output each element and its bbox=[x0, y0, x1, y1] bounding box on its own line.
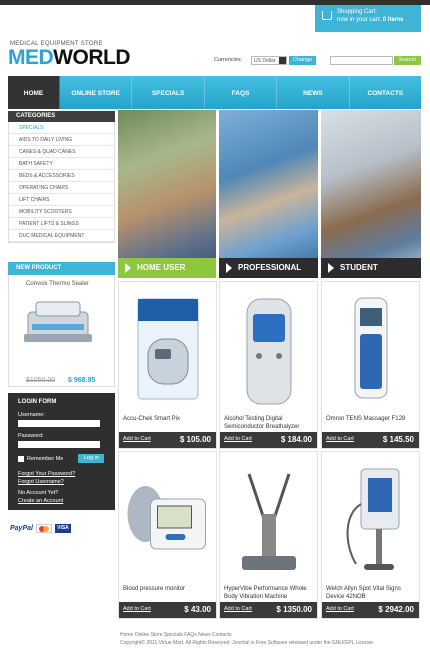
login-button[interactable]: Log in bbox=[78, 454, 105, 463]
nav-news[interactable]: NEWS bbox=[277, 76, 350, 109]
product-price: $ 2942.00 bbox=[378, 605, 414, 614]
categories-title: CATEGORIES bbox=[8, 111, 115, 122]
product-name[interactable]: Blood pressure monitor bbox=[123, 585, 215, 593]
no-account-text: No Account Yet? bbox=[18, 490, 59, 496]
category-item[interactable]: MOBILITY SCOOTERS bbox=[9, 206, 114, 218]
banner-home-user[interactable]: HOME USER bbox=[118, 110, 216, 278]
category-item[interactable]: OPERATING CHAIRS bbox=[9, 182, 114, 194]
payment-methods: PayPal VISA bbox=[10, 524, 71, 533]
chevron-right-icon bbox=[125, 263, 131, 273]
add-to-cart-link[interactable]: Add to Cart bbox=[224, 436, 252, 442]
currency-select[interactable]: US Dollar bbox=[251, 56, 287, 65]
category-item[interactable]: DUC MEDICAL EQUIPMENT bbox=[9, 230, 114, 242]
cart-title: Shopping Cart: bbox=[337, 9, 378, 15]
category-item[interactable]: BEDS & ACCESSORIES bbox=[9, 170, 114, 182]
create-account-link[interactable]: Create an Account bbox=[18, 498, 105, 504]
logo[interactable]: MEDWORLD bbox=[8, 47, 130, 69]
product-image bbox=[127, 486, 206, 550]
product-price: $ 1350.00 bbox=[276, 605, 312, 614]
product-name[interactable]: Accu-Chek Smart Pix bbox=[123, 415, 215, 423]
product-card[interactable]: Welch Allyn Spot Vital Signs Device 42NO… bbox=[321, 451, 420, 619]
nav-online-store[interactable]: ONLINE STORE bbox=[60, 76, 133, 109]
product-card[interactable]: HyperVibe Performance Whole Body Vibrati… bbox=[219, 451, 318, 619]
new-product-price: $ 968.95 bbox=[68, 377, 96, 384]
product-image bbox=[246, 298, 291, 405]
chevron-right-icon bbox=[226, 263, 232, 273]
paypal-logo: PayPal bbox=[10, 525, 33, 532]
add-to-cart-link[interactable]: Add to Cart bbox=[224, 606, 252, 612]
forgot-password-link[interactable]: Forgot Your Password? bbox=[18, 471, 105, 477]
product-name[interactable]: Alcohol Testing Digital Semiconductor Br… bbox=[224, 415, 316, 431]
product-price: $ 145.50 bbox=[382, 435, 414, 444]
product-price: $ 105.00 bbox=[179, 435, 211, 444]
footer-copyright: Copyright© 2011 Virtue Mart. All Rights … bbox=[120, 640, 375, 646]
change-currency-button[interactable]: Change bbox=[289, 56, 316, 65]
password-label: Password: bbox=[18, 433, 44, 439]
chevron-right-icon bbox=[328, 263, 334, 273]
add-to-cart-link[interactable]: Add to Cart bbox=[326, 436, 354, 442]
shopping-cart-box[interactable]: Shopping Cart: now in your cart: 0 items bbox=[315, 5, 421, 32]
category-item[interactable]: LIFT CHAIRS bbox=[9, 194, 114, 206]
category-item[interactable]: PATIENT LIFTS & SLINGS bbox=[9, 218, 114, 230]
nav-home[interactable]: HOME bbox=[8, 76, 60, 109]
thermo-sealer-image[interactable] bbox=[22, 294, 94, 349]
add-to-cart-link[interactable]: Add to Cart bbox=[326, 606, 354, 612]
cart-status: now in your cart: 0 items bbox=[337, 17, 404, 23]
login-title: LOGIN FORM bbox=[18, 399, 57, 405]
password-field[interactable] bbox=[18, 441, 100, 448]
product-card[interactable]: Blood pressure monitor Add to Cart $ 43.0… bbox=[118, 451, 217, 619]
product-image bbox=[137, 298, 198, 400]
username-label: Username: bbox=[18, 412, 45, 418]
remember-label: Remember Me bbox=[27, 455, 64, 462]
forgot-username-link[interactable]: Forgot Username? bbox=[18, 479, 105, 485]
footer: Home Online Store Specials FAQs News Con… bbox=[120, 631, 420, 647]
category-item[interactable]: BATH SAFETY bbox=[9, 158, 114, 170]
main-nav: HOME ONLINE STORE SPECIALS FAQS NEWS CON… bbox=[8, 76, 421, 109]
product-price: $ 43.00 bbox=[184, 605, 211, 614]
new-product-title: NEW PRODUCT bbox=[8, 262, 115, 275]
product-image bbox=[241, 473, 296, 570]
login-form: LOGIN FORM Username: Password: Remember … bbox=[8, 393, 115, 510]
banner-student[interactable]: STUDENT bbox=[321, 110, 421, 278]
product-image bbox=[354, 297, 387, 399]
currency-label: Currencies: bbox=[214, 57, 243, 63]
chevron-down-icon bbox=[279, 57, 286, 64]
product-price: $ 184.00 bbox=[280, 435, 312, 444]
category-item[interactable]: SPECIALS bbox=[9, 122, 114, 134]
product-image bbox=[346, 468, 399, 570]
username-field[interactable] bbox=[18, 420, 100, 427]
categories-panel: CATEGORIES SPECIALS AIDS TO DAILY LIVING… bbox=[8, 111, 115, 243]
footer-links[interactable]: Home Online Store Specials FAQs News Con… bbox=[120, 631, 420, 639]
product-card[interactable]: Alcohol Testing Digital Semiconductor Br… bbox=[219, 281, 318, 449]
search-input[interactable] bbox=[330, 56, 393, 65]
banner-professional[interactable]: PROFESSIONAL bbox=[219, 110, 318, 278]
nav-contacts[interactable]: CONTACTS bbox=[350, 76, 421, 109]
product-name[interactable]: Omron TENS Massager F128 bbox=[326, 415, 418, 423]
search-button[interactable]: Search bbox=[394, 56, 421, 65]
nav-specials[interactable]: SPECIALS bbox=[132, 76, 205, 109]
nav-faqs[interactable]: FAQS bbox=[205, 76, 278, 109]
add-to-cart-link[interactable]: Add to Cart bbox=[123, 606, 151, 612]
new-product-name[interactable]: Convoix Thermo Sealer bbox=[26, 281, 89, 287]
cart-icon bbox=[322, 11, 332, 20]
visa-icon: VISA bbox=[54, 524, 71, 533]
add-to-cart-link[interactable]: Add to Cart bbox=[123, 436, 151, 442]
category-item[interactable]: AIDS TO DAILY LIVING bbox=[9, 134, 114, 146]
new-product-old-price: $1050.00 bbox=[26, 377, 56, 384]
category-item[interactable]: CANES & QUAD CANES bbox=[9, 146, 114, 158]
remember-checkbox[interactable] bbox=[18, 455, 24, 462]
product-card[interactable]: Accu-Chek Smart Pix Add to Cart $ 105.00 bbox=[118, 281, 217, 449]
product-card[interactable]: Omron TENS Massager F128 Add to Cart $ 14… bbox=[321, 281, 420, 449]
product-name[interactable]: HyperVibe Performance Whole Body Vibrati… bbox=[224, 585, 316, 601]
product-name[interactable]: Welch Allyn Spot Vital Signs Device 42NO… bbox=[326, 585, 418, 601]
mastercard-icon bbox=[35, 524, 52, 533]
